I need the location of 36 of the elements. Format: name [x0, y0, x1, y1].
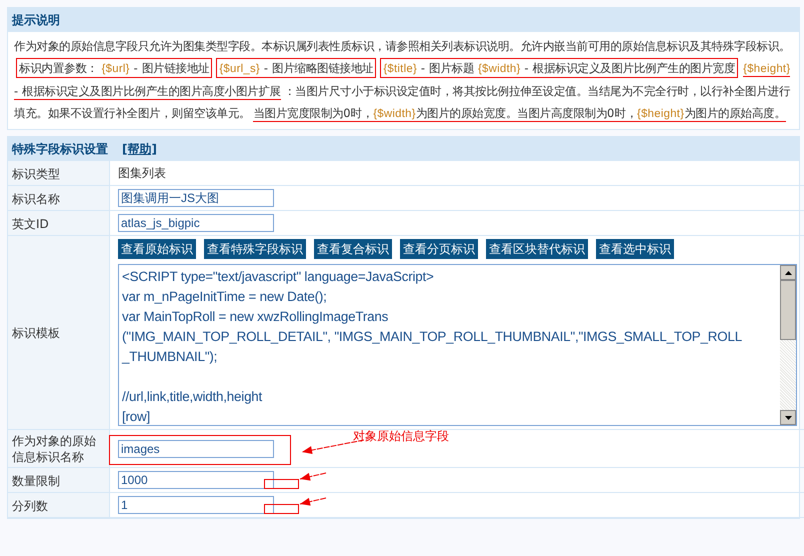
- text-input[interactable]: images: [118, 440, 274, 458]
- text-input[interactable]: 1: [118, 496, 274, 514]
- field-value: 图集列表: [118, 164, 167, 182]
- panel-title: 特殊字段标识设置: [12, 140, 108, 158]
- text-input[interactable]: atlas_js_bigpic: [118, 214, 274, 232]
- field-label: 作为对象的原始信息标识名称: [8, 430, 110, 468]
- code-line: _THUMBNAIL");: [122, 348, 218, 366]
- view-button[interactable]: 查看区块替代标识: [486, 239, 588, 259]
- field-label: 英文ID: [8, 211, 110, 236]
- text-input[interactable]: 1000: [118, 471, 274, 489]
- scrollbar[interactable]: [780, 265, 796, 425]
- scroll-down-icon[interactable]: [780, 410, 796, 425]
- code-line: ("IMG_MAIN_TOP_ROLL_DETAIL", "IMGS_MAIN_TOP_ROLL_THUMBNAIL","IMGS_SMALL_TOP_ROLL: [122, 328, 743, 346]
- code-line: //url,link,title,width,height: [122, 388, 264, 406]
- field-label: 分列数: [8, 493, 110, 518]
- field-label: 标识名称: [8, 186, 110, 211]
- view-button[interactable]: 查看原始标识: [118, 239, 196, 259]
- field-label: 标识模板: [8, 236, 110, 430]
- field-label: 标识类型: [8, 161, 110, 186]
- code-line: var MainTopRoll = new xwzRollingImageTrans: [122, 308, 390, 326]
- code-line: <SCRIPT type="text/javascript" language=JavaScript>: [122, 268, 435, 286]
- scroll-up-icon[interactable]: [780, 265, 796, 280]
- field-label: 数量限制: [8, 468, 110, 493]
- text-input[interactable]: 图集调用一JS大图: [118, 189, 274, 207]
- view-button[interactable]: 查看复合标识: [314, 239, 392, 259]
- annotation-note: 对象原始信息字段: [353, 428, 449, 444]
- notice-paragraph: 作为对象的原始信息字段只允许为图集类型字段。本标识属列表性质标识，请参照相关列表标识说明。允许内嵌当前可用的原始信息标识及其特殊字段标识。 标识内置参数： {$url} - 图片链接地址 {$url_s} - 图片缩略图链接地址 {$title} - 图片标题 {$width} - 根据标识定义及图片比例产生的图片宽度 {$height} - 根据标识定义及图片比例产生的图片高度小图片扩展 ：当图片尺寸小于标识设定值时，将其按比例拉伸至设定值。当结尾为不完全行时，以行补全图片进行填充。如果不设置行补全图片，则留空该单元。 当图片宽度限制为0时，{$width}为图片的原始宽度。当图片高度限制为0时，{$height}为图片的原始高度。: [13, 38, 792, 124]
- code-line: [row]: [122, 408, 152, 425]
- scroll-thumb[interactable]: [780, 280, 796, 340]
- template-textarea[interactable]: [118, 264, 797, 426]
- help-link[interactable]: [帮助]: [122, 142, 157, 156]
- code-line: var m_nPageInitTime = new Date();: [122, 288, 328, 306]
- view-button[interactable]: 查看特殊字段标识: [204, 239, 306, 259]
- view-button[interactable]: 查看分页标识: [400, 239, 478, 259]
- view-button[interactable]: 查看选中标识: [596, 239, 674, 259]
- panel-title: 提示说明: [12, 12, 60, 28]
